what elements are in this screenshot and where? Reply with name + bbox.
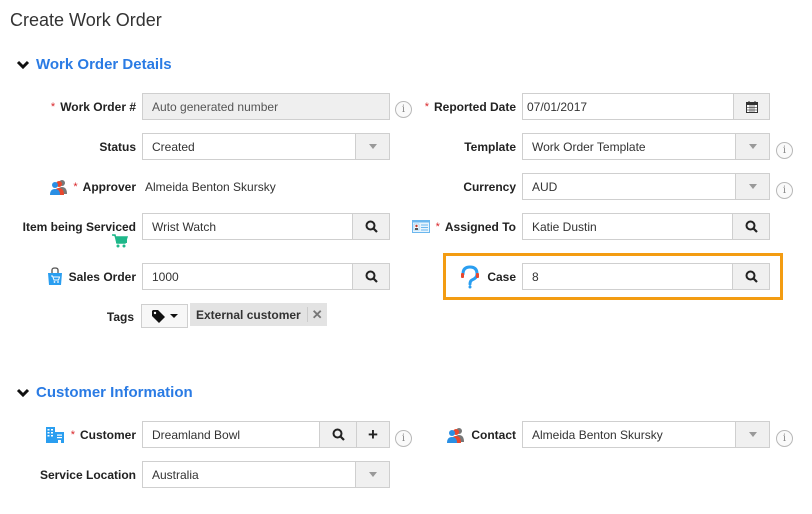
template-label: Template [464, 139, 516, 154]
contact-select[interactable]: Almeida Benton Skursky [522, 421, 770, 448]
info-icon[interactable]: i [776, 430, 793, 447]
currency-select[interactable]: AUD [522, 173, 770, 200]
info-icon[interactable]: i [776, 182, 793, 199]
calendar-button[interactable] [733, 94, 769, 119]
tags-label: Tags [106, 309, 134, 324]
lookup-button[interactable] [732, 264, 769, 289]
search-icon [365, 270, 378, 283]
calendar-icon [745, 100, 758, 113]
reported-date-label: * Reported Date [424, 99, 516, 114]
add-tag-button[interactable] [141, 304, 188, 328]
info-icon[interactable]: i [776, 142, 793, 159]
assigned-to-label: * Assigned To [400, 213, 516, 240]
section-customer-information[interactable]: Customer Information [16, 384, 193, 401]
search-icon [745, 270, 758, 283]
add-customer-button[interactable]: + [356, 422, 389, 447]
caret-down-icon [368, 144, 377, 149]
case-input[interactable]: 8 [522, 263, 770, 290]
chevron-down-icon [16, 60, 30, 69]
approver-value[interactable]: Almeida Benton Skursky [145, 180, 276, 194]
service-location-label: Service Location [39, 467, 136, 482]
tag-icon [151, 309, 165, 323]
support-icon [461, 264, 480, 288]
caret-down-icon [169, 314, 178, 318]
cart-icon [112, 234, 128, 248]
service-location-select[interactable]: Australia [142, 461, 390, 488]
status-select[interactable]: Created [142, 133, 390, 160]
contact-card-icon [411, 220, 430, 233]
work-order-number-field: Auto generated number [142, 93, 390, 120]
building-icon [45, 427, 64, 443]
section-title: Work Order Details [36, 56, 172, 73]
required-marker: * [50, 100, 56, 113]
status-label: Status [99, 139, 136, 154]
shopping-bag-icon [47, 267, 62, 285]
lookup-button[interactable] [319, 422, 356, 447]
dropdown-toggle[interactable] [355, 134, 389, 159]
users-icon [447, 427, 465, 443]
caret-down-icon [748, 144, 757, 149]
caret-down-icon [748, 432, 757, 437]
assigned-to-input[interactable]: Katie Dustin [522, 213, 770, 240]
remove-tag-icon[interactable]: ✕ [312, 307, 323, 323]
tag-label: External customer [196, 307, 301, 322]
currency-label: Currency [463, 179, 516, 194]
users-icon [50, 179, 68, 195]
customer-label: * Customer [0, 421, 136, 448]
section-title: Customer Information [36, 384, 193, 401]
lookup-button[interactable] [352, 264, 389, 289]
search-icon [365, 220, 378, 233]
tag-chip: External customer ✕ [190, 303, 327, 326]
contact-label: Contact [400, 421, 516, 448]
tag-separator [306, 307, 308, 322]
approver-label: * Approver [0, 173, 136, 200]
dropdown-toggle[interactable] [355, 462, 389, 487]
dropdown-toggle[interactable] [735, 422, 769, 447]
sales-order-label: Sales Order [0, 263, 136, 290]
plus-icon: + [368, 424, 378, 444]
dropdown-toggle[interactable] [735, 134, 769, 159]
customer-input[interactable]: Dreamland Bowl + [142, 421, 390, 448]
reported-date-input[interactable]: 07/01/2017 [522, 93, 770, 120]
caret-down-icon [748, 184, 757, 189]
work-order-number-label: * Work Order # [50, 99, 136, 114]
lookup-button[interactable] [732, 214, 769, 239]
lookup-button[interactable] [352, 214, 389, 239]
caret-down-icon [368, 472, 377, 477]
chevron-down-icon [16, 388, 30, 397]
create-work-order-page: Create Work Order Work Order Details * W… [0, 0, 812, 514]
section-work-order-details[interactable]: Work Order Details [16, 56, 172, 73]
sales-order-input[interactable]: 1000 [142, 263, 390, 290]
item-serviced-input[interactable]: Wrist Watch [142, 213, 390, 240]
page-title: Create Work Order [10, 10, 162, 30]
case-label: Case [450, 263, 516, 290]
template-select[interactable]: Work Order Template [522, 133, 770, 160]
search-icon [745, 220, 758, 233]
dropdown-toggle[interactable] [735, 174, 769, 199]
search-icon [332, 428, 345, 441]
